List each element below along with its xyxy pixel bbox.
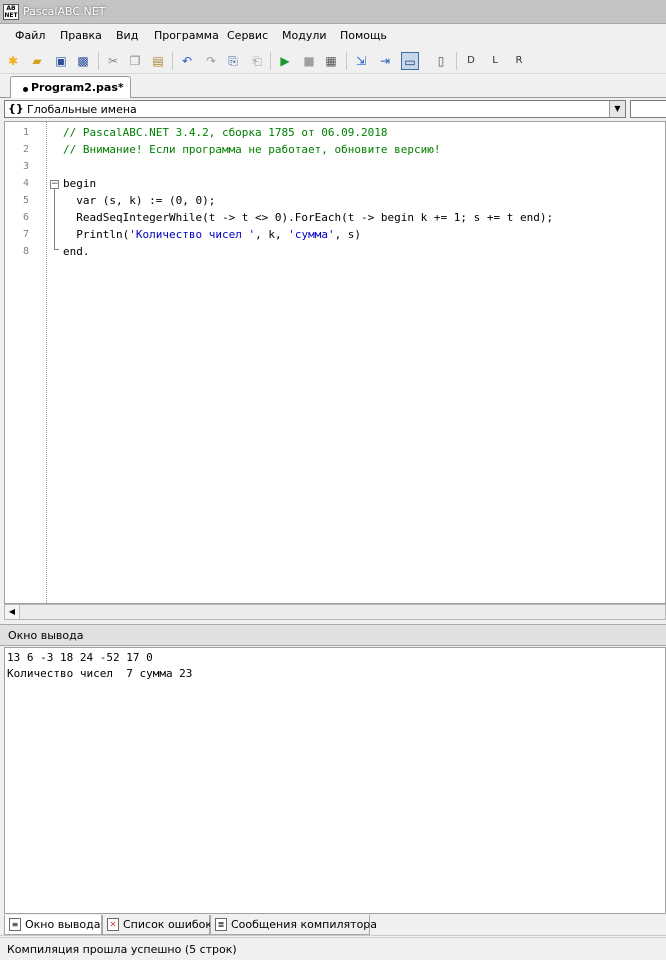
member-select[interactable] bbox=[630, 100, 666, 118]
new-file-icon[interactable]: ✱ bbox=[4, 52, 22, 70]
tab-label: Program2.pas* bbox=[31, 81, 124, 94]
output-line: 13 6 -3 18 24 -52 17 0 bbox=[7, 651, 153, 664]
code-line-2: // Внимание! Если программа не работает,… bbox=[63, 143, 441, 156]
code-token: ReadSeqIntegerWhile(t -> t <> bbox=[63, 211, 275, 224]
line-number: 8 bbox=[23, 246, 30, 257]
namespace-icon: {} bbox=[8, 102, 24, 115]
tab-compiler-messages[interactable]: ≣ Сообщения компилятора bbox=[210, 915, 377, 935]
error-list-icon: ✕ bbox=[107, 918, 119, 931]
tab-label: Окно вывода bbox=[25, 918, 101, 931]
scope-value: Глобальные имена bbox=[27, 103, 137, 116]
code-token: ; s += t end); bbox=[460, 211, 554, 224]
output-panel-title: Окно вывода bbox=[8, 629, 84, 642]
module-d-icon[interactable]: D bbox=[462, 52, 480, 70]
document-tabs: Program2.pas* bbox=[0, 74, 666, 98]
line-number: 4 bbox=[23, 178, 30, 189]
toolbar-separator bbox=[98, 52, 99, 70]
line-number: 2 bbox=[23, 144, 30, 155]
line-number-gutter: 1 2 3 4 5 6 7 8 bbox=[5, 122, 47, 603]
line-number: 1 bbox=[23, 127, 30, 138]
code-line-5: var (s, k) := (0, 0); bbox=[63, 194, 215, 207]
output-panel-header: Окно вывода bbox=[0, 624, 666, 646]
redo-icon[interactable]: ↷ bbox=[202, 52, 220, 70]
console-icon[interactable]: ▭ bbox=[401, 52, 419, 70]
menu-help[interactable]: Помощь bbox=[340, 29, 387, 42]
output-window[interactable]: 13 6 -3 18 24 -52 17 0 Количество чисел … bbox=[4, 647, 666, 914]
line-number: 7 bbox=[23, 229, 30, 240]
app-icon: AB NET bbox=[3, 4, 19, 20]
build-icon[interactable]: ▦ bbox=[322, 52, 340, 70]
code-token: , bbox=[182, 194, 196, 207]
code-editor[interactable]: 1 2 3 4 5 6 7 8 − // PascalABC.NET 3.4.2… bbox=[4, 121, 666, 604]
code-line-4: begin bbox=[63, 177, 97, 190]
module-l-icon[interactable]: L bbox=[486, 52, 504, 70]
tab-output-window[interactable]: ≡ Окно вывода bbox=[4, 915, 102, 935]
code-line-7: Println('Количество чисел ', k, 'сумма',… bbox=[63, 228, 361, 241]
module-r-icon[interactable]: R bbox=[510, 52, 528, 70]
open-folder-icon[interactable]: ▰ bbox=[28, 52, 46, 70]
tab-error-list[interactable]: ✕ Список ошибок bbox=[102, 915, 213, 935]
menu-view[interactable]: Вид bbox=[116, 29, 138, 42]
fold-guide-end bbox=[54, 249, 59, 250]
line-number: 6 bbox=[23, 212, 30, 223]
toolbar-separator bbox=[456, 52, 457, 70]
save-all-icon[interactable]: ▩ bbox=[74, 52, 92, 70]
scope-bar: {} Глобальные имена ▼ bbox=[0, 98, 666, 120]
status-text: Компиляция прошла успешно (5 строк) bbox=[7, 943, 237, 956]
debug-into-icon[interactable]: ⇥ bbox=[376, 52, 394, 70]
menu-file[interactable]: Файл bbox=[15, 29, 45, 42]
code-token: ); bbox=[202, 194, 216, 207]
scroll-left-icon[interactable]: ◀ bbox=[5, 605, 20, 619]
fold-toggle-icon[interactable]: − bbox=[50, 180, 59, 189]
run-icon[interactable]: ▶ bbox=[276, 52, 294, 70]
code-token: var (s, k) := ( bbox=[63, 194, 176, 207]
menu-service[interactable]: Сервис bbox=[227, 29, 268, 42]
tab-label: Сообщения компилятора bbox=[231, 918, 378, 931]
code-line-6: ReadSeqIntegerWhile(t -> t <> 0).ForEach… bbox=[63, 211, 553, 224]
toolbar-separator bbox=[270, 52, 271, 70]
code-token: , k, bbox=[255, 228, 289, 241]
horizontal-scrollbar[interactable]: ◀ bbox=[4, 604, 666, 620]
menu-modules[interactable]: Модули bbox=[282, 29, 327, 42]
toolbar: ✱ ▰ ▣ ▩ ✂ ❐ ▤ ↶ ↷ ⎘ ⎗ ▶ ■ ▦ ⇲ ⇥ ▭ ▯ D L … bbox=[0, 48, 666, 74]
bottom-panel-tabs: ≡ Окно вывода ✕ Список ошибок ≣ Сообщени… bbox=[0, 914, 666, 936]
modified-dot-icon bbox=[23, 87, 28, 92]
save-icon[interactable]: ▣ bbox=[52, 52, 70, 70]
cut-icon[interactable]: ✂ bbox=[104, 52, 122, 70]
code-line-1: // PascalABC.NET 3.4.2, сборка 1785 от 0… bbox=[63, 126, 388, 139]
code-token: ).ForEach(t -> begin k += bbox=[281, 211, 454, 224]
find-icon[interactable]: ⎘ bbox=[224, 52, 242, 70]
code-string: 'сумма' bbox=[288, 228, 335, 241]
toolbar-separator bbox=[172, 52, 173, 70]
fold-guide bbox=[54, 189, 55, 249]
compiler-messages-icon: ≣ bbox=[215, 918, 227, 931]
stop-icon[interactable]: ■ bbox=[300, 52, 318, 70]
scope-select[interactable]: {} Глобальные имена ▼ bbox=[4, 100, 626, 118]
copy-icon[interactable]: ❐ bbox=[126, 52, 144, 70]
output-window-icon[interactable]: ▯ bbox=[432, 52, 450, 70]
code-number: 0 bbox=[274, 211, 282, 224]
tab-label: Список ошибок bbox=[123, 918, 213, 931]
paste-icon[interactable]: ▤ bbox=[149, 52, 167, 70]
menu-edit[interactable]: Правка bbox=[60, 29, 102, 42]
chevron-down-icon[interactable]: ▼ bbox=[609, 101, 625, 117]
tab-program2[interactable]: Program2.pas* bbox=[10, 76, 131, 98]
menu-bar: Файл Правка Вид Программа Сервис Модули … bbox=[0, 25, 666, 47]
output-window-icon: ≡ bbox=[9, 918, 21, 931]
code-token: Println( bbox=[63, 228, 130, 241]
line-number: 3 bbox=[23, 161, 30, 172]
debug-step-icon[interactable]: ⇲ bbox=[352, 52, 370, 70]
output-line: Количество чисел 7 сумма 23 bbox=[7, 667, 193, 680]
code-line-8: end. bbox=[63, 245, 90, 258]
code-string: 'Количество чисел ' bbox=[129, 228, 256, 241]
title-bar: AB NET PascalABC.NET bbox=[0, 0, 666, 24]
undo-icon[interactable]: ↶ bbox=[178, 52, 196, 70]
code-token: , s) bbox=[334, 228, 362, 241]
toolbar-separator bbox=[346, 52, 347, 70]
window-title: PascalABC.NET bbox=[23, 5, 106, 18]
menu-program[interactable]: Программа bbox=[154, 29, 219, 42]
line-number: 5 bbox=[23, 195, 30, 206]
status-bar: Компиляция прошла успешно (5 строк) bbox=[0, 937, 666, 960]
replace-icon[interactable]: ⎗ bbox=[248, 52, 266, 70]
